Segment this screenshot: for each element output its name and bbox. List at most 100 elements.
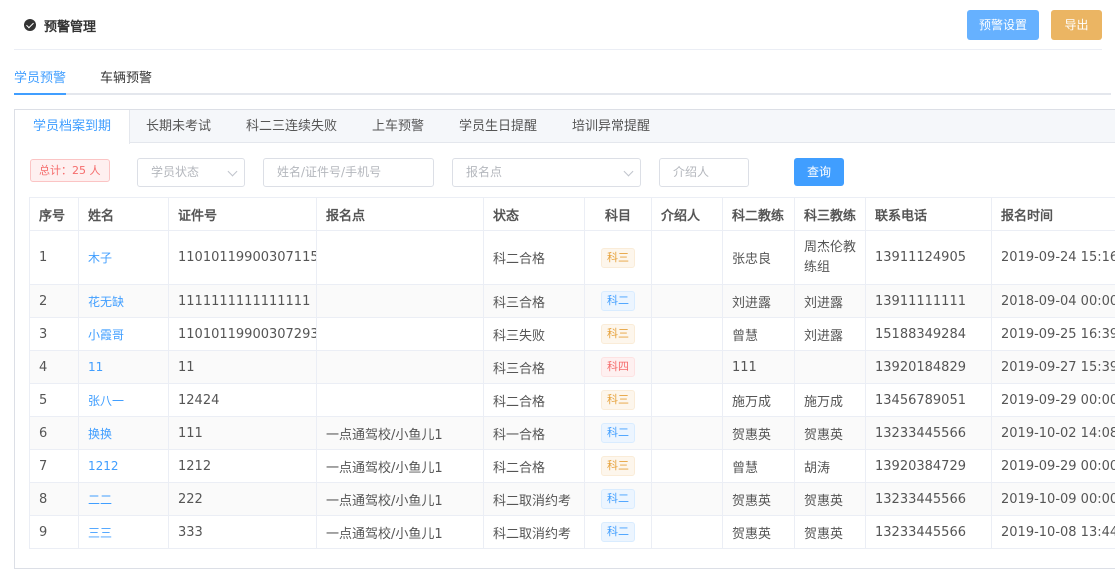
col-status: 状态 xyxy=(484,198,585,231)
cell-coach3: 周杰伦教练组 xyxy=(795,231,866,285)
cell-subject: 科三 xyxy=(585,231,652,285)
cell-site: 一点通驾校/小鱼儿1 xyxy=(317,417,484,450)
subject-tag: 科三 xyxy=(601,456,635,476)
subject-tag: 科二 xyxy=(601,489,635,509)
subject-tag: 科二 xyxy=(601,522,635,542)
cell-coach2: 施万成 xyxy=(723,384,795,417)
cell-name[interactable]: 1212 xyxy=(79,450,169,483)
cell-phone: 13920184829 xyxy=(866,351,992,384)
cell-coach3: 贺惠英 xyxy=(795,417,866,450)
cell-index: 7 xyxy=(30,450,79,483)
site-placeholder: 报名点 xyxy=(466,165,502,179)
referrer-input[interactable]: 介绍人 xyxy=(659,158,749,187)
cell-name[interactable]: 张八一 xyxy=(79,384,169,417)
table-row[interactable]: 6换换111一点通驾校/小鱼儿1科一合格科二贺惠英贺惠英132334455662… xyxy=(30,417,1115,450)
cell-id-number: 1212 xyxy=(169,450,317,483)
cell-reg-time: 2019-10-09 00:00 xyxy=(992,483,1115,516)
cell-index: 1 xyxy=(30,231,79,285)
cell-subject: 科二 xyxy=(585,417,652,450)
cell-referrer xyxy=(652,351,723,384)
cell-coach3: 胡涛 xyxy=(795,450,866,483)
cell-name[interactable]: 二二 xyxy=(79,483,169,516)
subject-tag: 科二 xyxy=(601,423,635,443)
export-button[interactable]: 导出 xyxy=(1051,10,1102,40)
cell-index: 8 xyxy=(30,483,79,516)
subject-tag: 科四 xyxy=(601,357,635,377)
cell-name[interactable]: 三三 xyxy=(79,516,169,549)
status-select[interactable]: 学员状态 xyxy=(137,158,245,187)
table-row[interactable]: 8二二222一点通驾校/小鱼儿1科二取消约考科二贺惠英贺惠英1323344556… xyxy=(30,483,1115,516)
table-row[interactable]: 1木子110101199003071153科二合格科三张忠良周杰伦教练组1391… xyxy=(30,231,1115,285)
cell-coach3: 贺惠英 xyxy=(795,516,866,549)
table-row[interactable]: 712121212一点通驾校/小鱼儿1科二合格科三曾慧胡涛13920384729… xyxy=(30,450,1115,483)
cell-name[interactable]: 木子 xyxy=(79,231,169,285)
cell-name[interactable]: 小霞哥 xyxy=(79,318,169,351)
cell-referrer xyxy=(652,417,723,450)
cell-reg-time: 2019-10-02 14:08 xyxy=(992,417,1115,450)
cell-phone: 13233445566 xyxy=(866,483,992,516)
cell-referrer xyxy=(652,231,723,285)
cell-coach2: 贺惠英 xyxy=(723,483,795,516)
cell-status: 科二合格 xyxy=(484,231,585,285)
cell-subject: 科四 xyxy=(585,351,652,384)
tab-student-warning[interactable]: 学员预警 xyxy=(14,67,66,95)
subtab-training-abnormal[interactable]: 培训异常提醒 xyxy=(554,110,668,143)
table-row[interactable]: 41111科三合格科四111139201848292019-09-27 15:3… xyxy=(30,351,1115,384)
cell-coach2: 张忠良 xyxy=(723,231,795,285)
referrer-placeholder: 介绍人 xyxy=(673,165,709,179)
tab-vehicle-warning[interactable]: 车辆预警 xyxy=(100,67,152,95)
cell-referrer xyxy=(652,450,723,483)
query-button[interactable]: 查询 xyxy=(794,158,844,186)
cell-id-number: 110101199003072930 xyxy=(169,318,317,351)
subtab-consecutive-fail[interactable]: 科二三连续失败 xyxy=(228,110,355,143)
subtab-long-no-exam[interactable]: 长期未考试 xyxy=(128,110,229,143)
cell-site: 一点通驾校/小鱼儿1 xyxy=(317,450,484,483)
search-input[interactable]: 姓名/证件号/手机号 xyxy=(263,158,434,187)
cell-id-number: 11 xyxy=(169,351,317,384)
cell-coach2: 贺惠英 xyxy=(723,417,795,450)
cell-site xyxy=(317,384,484,417)
search-placeholder: 姓名/证件号/手机号 xyxy=(277,165,381,179)
cell-subject: 科三 xyxy=(585,384,652,417)
cell-referrer xyxy=(652,384,723,417)
cell-phone: 13233445566 xyxy=(866,516,992,549)
page-header: 预警管理 预警设置 导出 xyxy=(0,0,1115,50)
col-referrer: 介绍人 xyxy=(652,198,723,231)
cell-reg-time: 2019-09-29 00:00 xyxy=(992,384,1115,417)
cell-index: 2 xyxy=(30,285,79,318)
table-row[interactable]: 3小霞哥110101199003072930科三失败科三曾慧刘进露1518834… xyxy=(30,318,1115,351)
cell-coach3: 刘进露 xyxy=(795,285,866,318)
total-badge: 总计：25 人 xyxy=(30,159,110,182)
cell-subject: 科三 xyxy=(585,450,652,483)
status-placeholder: 学员状态 xyxy=(151,165,199,179)
cell-reg-time: 2018-09-04 00:00 xyxy=(992,285,1115,318)
cell-phone: 13911111111 xyxy=(866,285,992,318)
subtab-file-expiry[interactable]: 学员档案到期 xyxy=(15,110,130,144)
cell-id-number: 110101199003071153 xyxy=(169,231,317,285)
col-id-number: 证件号 xyxy=(169,198,317,231)
cell-coach3: 刘进露 xyxy=(795,318,866,351)
students-table: 序号 姓名 证件号 报名点 状态 科目 介绍人 科二教练 科三教练 联系电话 报… xyxy=(29,197,1115,549)
subtab-birthday[interactable]: 学员生日提醒 xyxy=(441,110,555,143)
subtab-boarding-warning[interactable]: 上车预警 xyxy=(354,110,442,143)
table-row[interactable]: 5张八一12424科二合格科三施万成施万成134567890512019-09-… xyxy=(30,384,1115,417)
cell-status: 科二取消约考 xyxy=(484,516,585,549)
table-row[interactable]: 9三三333一点通驾校/小鱼儿1科二取消约考科二贺惠英贺惠英1323344556… xyxy=(30,516,1115,549)
cell-site xyxy=(317,351,484,384)
cell-name[interactable]: 花无缺 xyxy=(79,285,169,318)
cell-id-number: 333 xyxy=(169,516,317,549)
sub-tabs: 学员档案到期 长期未考试 科二三连续失败 上车预警 学员生日提醒 培训异常提醒 xyxy=(15,110,1115,143)
warning-card: 学员档案到期 长期未考试 科二三连续失败 上车预警 学员生日提醒 培训异常提醒 … xyxy=(14,109,1115,569)
cell-phone: 15188349284 xyxy=(866,318,992,351)
subject-tag: 科三 xyxy=(601,248,635,268)
warning-settings-button[interactable]: 预警设置 xyxy=(967,10,1039,40)
main-tabs: 学员预警 车辆预警 xyxy=(14,60,1111,95)
cell-subject: 科三 xyxy=(585,318,652,351)
site-select[interactable]: 报名点 xyxy=(452,158,641,187)
cell-name[interactable]: 11 xyxy=(79,351,169,384)
table-row[interactable]: 2花无缺1111111111111111科三合格科二刘进露刘进露13911111… xyxy=(30,285,1115,318)
cell-status: 科二取消约考 xyxy=(484,483,585,516)
cell-name[interactable]: 换换 xyxy=(79,417,169,450)
cell-phone: 13920384729 xyxy=(866,450,992,483)
cell-id-number: 111 xyxy=(169,417,317,450)
